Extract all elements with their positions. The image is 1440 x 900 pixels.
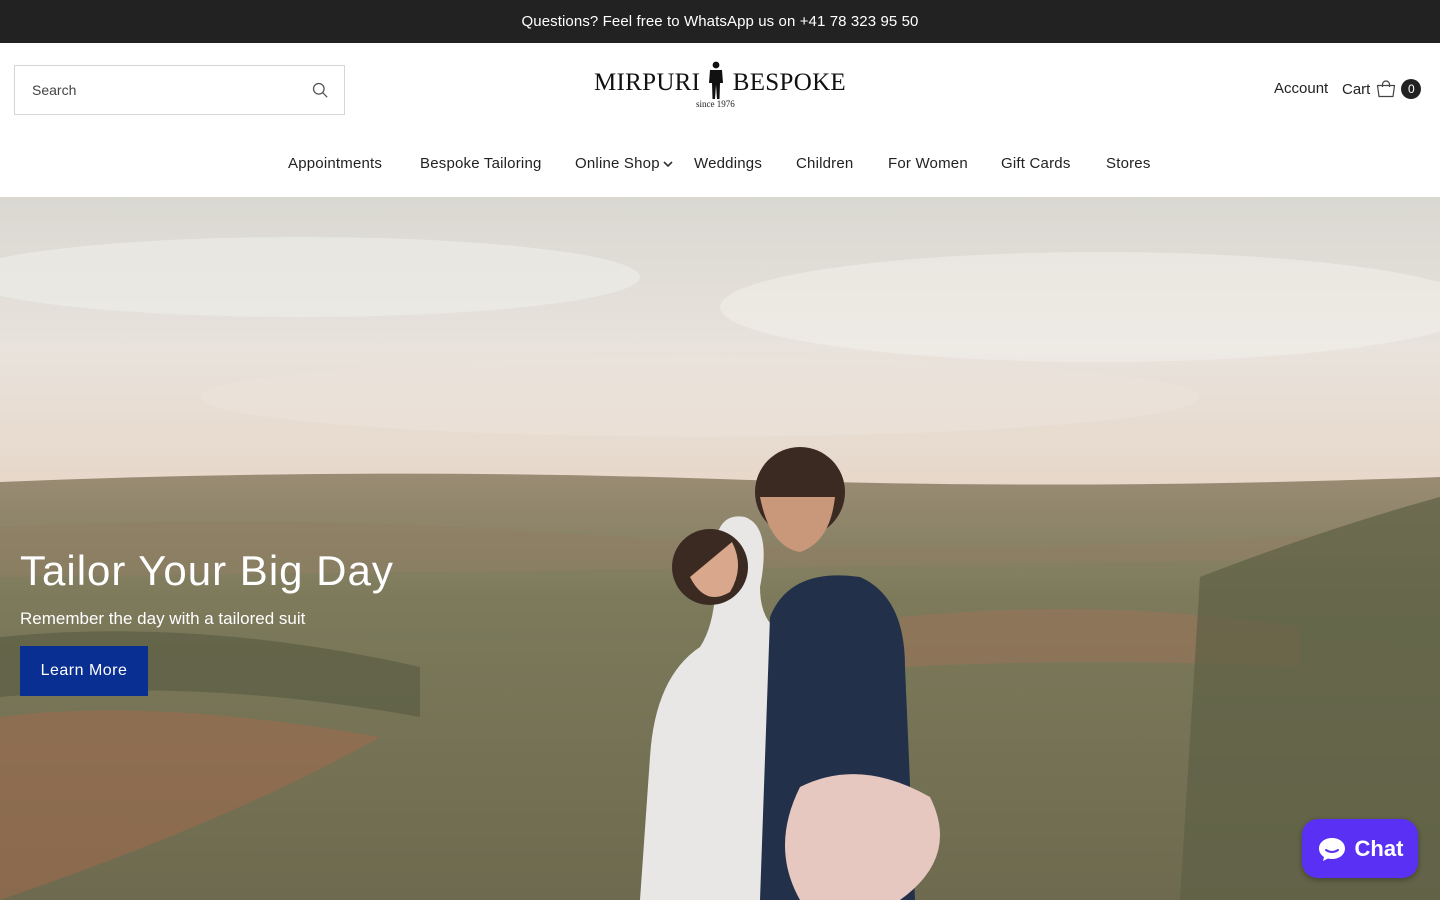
nav-item-appointments[interactable]: Appointments xyxy=(288,155,382,172)
hero-banner: Tailor Your Big Day Remember the day wit… xyxy=(0,197,1440,900)
search-icon[interactable] xyxy=(310,80,330,100)
chevron-down-icon xyxy=(663,160,673,168)
nav-item-label: Weddings xyxy=(694,155,763,172)
nav-item-label: Children xyxy=(796,155,854,172)
cart-link[interactable]: Cart 0 xyxy=(1342,78,1422,100)
cart-icon xyxy=(1376,80,1396,98)
hero-subtitle: Remember the day with a tailored suit xyxy=(20,609,306,628)
nav-item-weddings[interactable]: Weddings xyxy=(694,155,762,172)
nav-item-label: Gift Cards xyxy=(1001,155,1071,172)
nav-item-label: For Women xyxy=(888,155,968,172)
chat-label: Chat xyxy=(1354,835,1404,861)
search-form xyxy=(14,65,345,115)
cart-count-badge: 0 xyxy=(1401,79,1422,99)
cart-label: Cart xyxy=(1342,80,1371,98)
logo-since-text: since 1976 xyxy=(696,99,735,109)
account-link[interactable]: Account xyxy=(1274,80,1328,97)
nav-item-gift-cards[interactable]: Gift Cards xyxy=(1001,155,1071,172)
nav-item-label: Appointments xyxy=(288,155,383,172)
search-input[interactable] xyxy=(15,66,295,114)
logo-text-right: BESPOKE xyxy=(732,69,846,96)
chat-icon xyxy=(1317,835,1347,863)
nav-item-children[interactable]: Children xyxy=(796,155,853,172)
nav-item-label: Stores xyxy=(1106,155,1151,172)
nav-item-stores[interactable]: Stores xyxy=(1106,155,1151,172)
site-logo[interactable]: MIRPURI BESPOKE since 1976 xyxy=(594,61,846,111)
site-header: MIRPURI BESPOKE since 1976 Account Cart … xyxy=(0,43,1440,197)
nav-item-for-women[interactable]: For Women xyxy=(888,155,968,172)
nav-item-online-shop[interactable]: Online Shop xyxy=(575,155,673,172)
announcement-text: Questions? Feel free to WhatsApp us on +… xyxy=(521,13,919,30)
nav-item-label: Bespoke Tailoring xyxy=(420,155,542,172)
hero-title: Tailor Your Big Day xyxy=(20,547,394,594)
chat-button[interactable]: Chat xyxy=(1302,819,1418,878)
nav-item-label: Online Shop xyxy=(575,155,660,172)
nav-item-bespoke-tailoring[interactable]: Bespoke Tailoring xyxy=(420,155,542,172)
logo-text-left: MIRPURI xyxy=(594,69,701,96)
learn-more-button[interactable]: Learn More xyxy=(20,646,148,696)
announcement-bar: Questions? Feel free to WhatsApp us on +… xyxy=(0,0,1440,43)
logo-figure-icon xyxy=(709,61,723,99)
main-nav: Appointments Bespoke Tailoring Online Sh… xyxy=(0,155,1440,175)
